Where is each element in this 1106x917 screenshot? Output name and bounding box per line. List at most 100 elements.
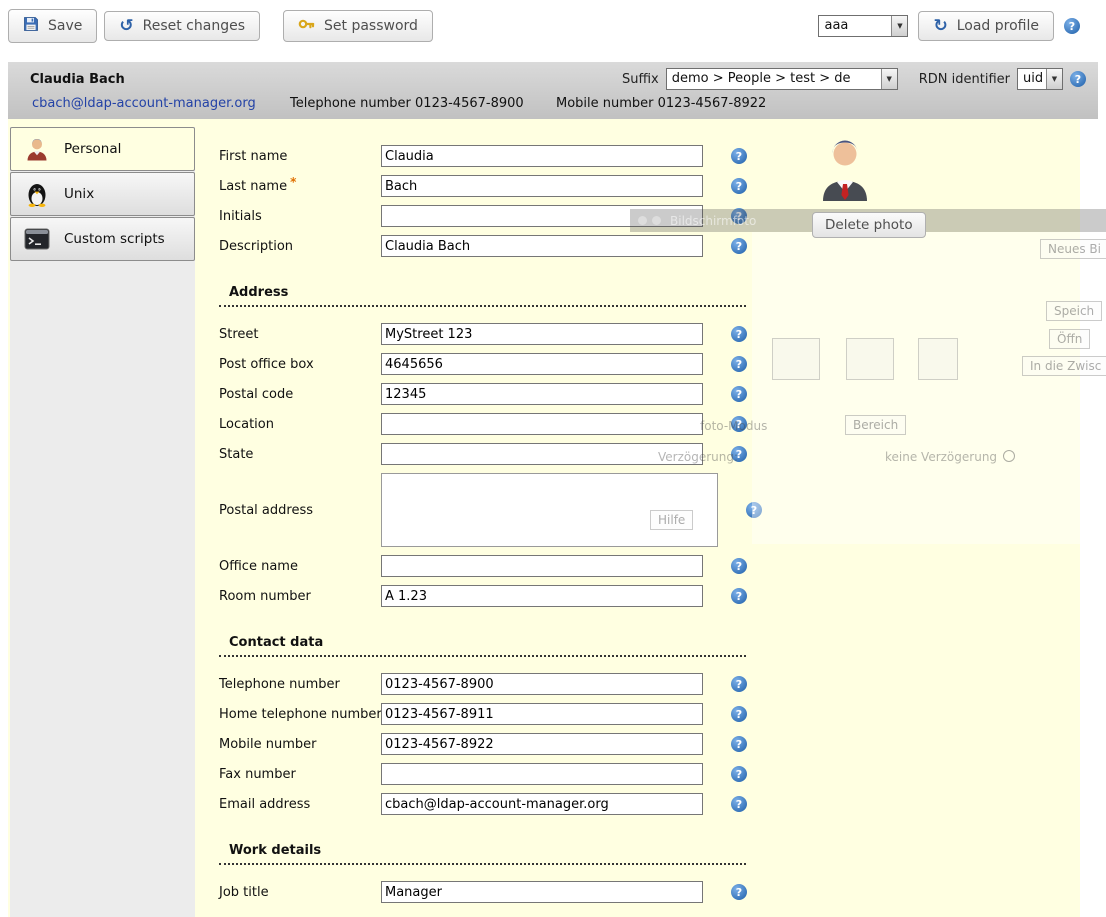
field-row-home-telephone-number: Home telephone number ?	[219, 703, 1080, 725]
help-icon[interactable]: ?	[731, 238, 747, 254]
delete-photo-button[interactable]: Delete photo	[812, 212, 926, 238]
field-row-fax-number: Fax number ?	[219, 763, 1080, 785]
load-arrow-icon: ↻	[933, 19, 947, 33]
postal-address-textarea[interactable]	[381, 473, 718, 547]
email-address-label: Email address	[219, 797, 381, 812]
profile-select-value: aaa	[819, 16, 853, 36]
module-tab-list: Personal Unix	[10, 127, 195, 917]
help-icon[interactable]: ?	[731, 416, 747, 432]
help-icon[interactable]: ?	[731, 796, 747, 812]
help-icon[interactable]: ?	[731, 326, 747, 342]
help-icon[interactable]: ?	[731, 446, 747, 462]
help-icon[interactable]: ?	[746, 502, 762, 518]
load-profile-button[interactable]: ↻ Load profile	[918, 11, 1054, 41]
job-title-label: Job title	[219, 885, 381, 900]
field-row-description: Description ?	[219, 235, 1080, 257]
personal-form: First name ? Last name* ? Initials ? Des…	[196, 119, 1080, 917]
tab-custom-scripts[interactable]: Custom scripts	[10, 217, 195, 261]
help-icon[interactable]: ?	[731, 148, 747, 164]
person-icon	[24, 136, 50, 162]
chevron-down-icon[interactable]: ▼	[881, 69, 897, 89]
field-row-location: Location ?	[219, 413, 1080, 435]
help-icon[interactable]: ?	[1070, 71, 1086, 87]
help-icon[interactable]: ?	[731, 736, 747, 752]
field-row-job-title: Job title ?	[219, 881, 1080, 903]
street-label: Street	[219, 327, 381, 342]
reset-changes-label: Reset changes	[143, 18, 245, 34]
help-icon[interactable]: ?	[731, 178, 747, 194]
save-button[interactable]: Save	[8, 9, 97, 43]
last-name-input[interactable]	[381, 175, 703, 197]
field-row-initials: Initials ?	[219, 205, 1080, 227]
chevron-down-icon[interactable]: ▼	[891, 16, 907, 36]
post-office-box-input[interactable]	[381, 353, 703, 375]
help-icon[interactable]: ?	[731, 588, 747, 604]
tab-custom-scripts-label: Custom scripts	[64, 231, 165, 247]
help-icon[interactable]: ?	[731, 706, 747, 722]
postal-code-input[interactable]	[381, 383, 703, 405]
room-number-input[interactable]	[381, 585, 703, 607]
help-icon[interactable]: ?	[1064, 18, 1080, 34]
reset-changes-button[interactable]: ↺ Reset changes	[104, 11, 260, 41]
suffix-select-value: demo > People > test > de	[667, 69, 856, 89]
tab-personal[interactable]: Personal	[10, 127, 195, 171]
field-row-postal-code: Postal code ?	[219, 383, 1080, 405]
state-input[interactable]	[381, 443, 703, 465]
state-label: State	[219, 447, 381, 462]
job-title-input[interactable]	[381, 881, 703, 903]
section-contact-data: Contact data	[219, 635, 746, 657]
field-row-room-number: Room number ?	[219, 585, 1080, 607]
field-row-postal-address: Postal address ?	[219, 473, 1080, 547]
fax-number-input[interactable]	[381, 763, 703, 785]
help-icon[interactable]: ?	[731, 356, 747, 372]
main-panel: Personal Unix	[8, 119, 1080, 917]
account-email-link[interactable]: cbach@ldap-account-manager.org	[32, 96, 256, 111]
section-address: Address	[219, 285, 746, 307]
last-name-label: Last name	[219, 179, 287, 194]
field-row-mobile-number: Mobile number ?	[219, 733, 1080, 755]
field-row-street: Street ?	[219, 323, 1080, 345]
profile-select[interactable]: aaa ▼	[818, 15, 908, 37]
rdn-select-value: uid	[1018, 69, 1046, 89]
help-icon[interactable]: ?	[731, 558, 747, 574]
mobile-number-input[interactable]	[381, 733, 703, 755]
help-icon[interactable]: ?	[731, 386, 747, 402]
section-work-details: Work details	[219, 843, 746, 865]
help-icon[interactable]: ?	[731, 676, 747, 692]
tab-unix[interactable]: Unix	[10, 172, 195, 216]
location-input[interactable]	[381, 413, 703, 435]
help-icon[interactable]: ?	[731, 766, 747, 782]
rdn-identifier-select[interactable]: uid ▼	[1017, 68, 1063, 90]
set-password-button[interactable]: Set password	[283, 10, 433, 42]
fax-number-label: Fax number	[219, 767, 381, 782]
load-profile-label: Load profile	[957, 18, 1039, 34]
suffix-select[interactable]: demo > People > test > de ▼	[666, 68, 898, 90]
location-label: Location	[219, 417, 381, 432]
street-input[interactable]	[381, 323, 703, 345]
description-input[interactable]	[381, 235, 703, 257]
field-row-office-name: Office name ?	[219, 555, 1080, 577]
help-icon[interactable]: ?	[731, 884, 747, 900]
field-row-email-address: Email address ?	[219, 793, 1080, 815]
telephone-number-input[interactable]	[381, 673, 703, 695]
field-row-last-name: Last name* ?	[219, 175, 1080, 197]
account-header-row1: Claudia Bach Suffix demo > People > test…	[8, 62, 1098, 93]
account-telephone-summary: Telephone number 0123-4567-8900	[290, 96, 524, 111]
help-icon[interactable]: ?	[731, 208, 747, 224]
floppy-disk-icon	[23, 16, 39, 36]
home-telephone-number-input[interactable]	[381, 703, 703, 725]
set-password-label: Set password	[324, 18, 418, 34]
initials-label: Initials	[219, 209, 381, 224]
toolbar-right-group: aaa ▼ ↻ Load profile ?	[818, 11, 1106, 41]
office-name-label: Office name	[219, 559, 381, 574]
email-address-input[interactable]	[381, 793, 703, 815]
first-name-label: First name	[219, 149, 381, 164]
user-photo	[812, 139, 942, 201]
first-name-input[interactable]	[381, 145, 703, 167]
initials-input[interactable]	[381, 205, 703, 227]
account-mobile-summary: Mobile number 0123-4567-8922	[556, 96, 766, 111]
telephone-number-label: Telephone number	[219, 677, 381, 692]
office-name-input[interactable]	[381, 555, 703, 577]
chevron-down-icon[interactable]: ▼	[1046, 69, 1062, 89]
post-office-box-label: Post office box	[219, 357, 381, 372]
